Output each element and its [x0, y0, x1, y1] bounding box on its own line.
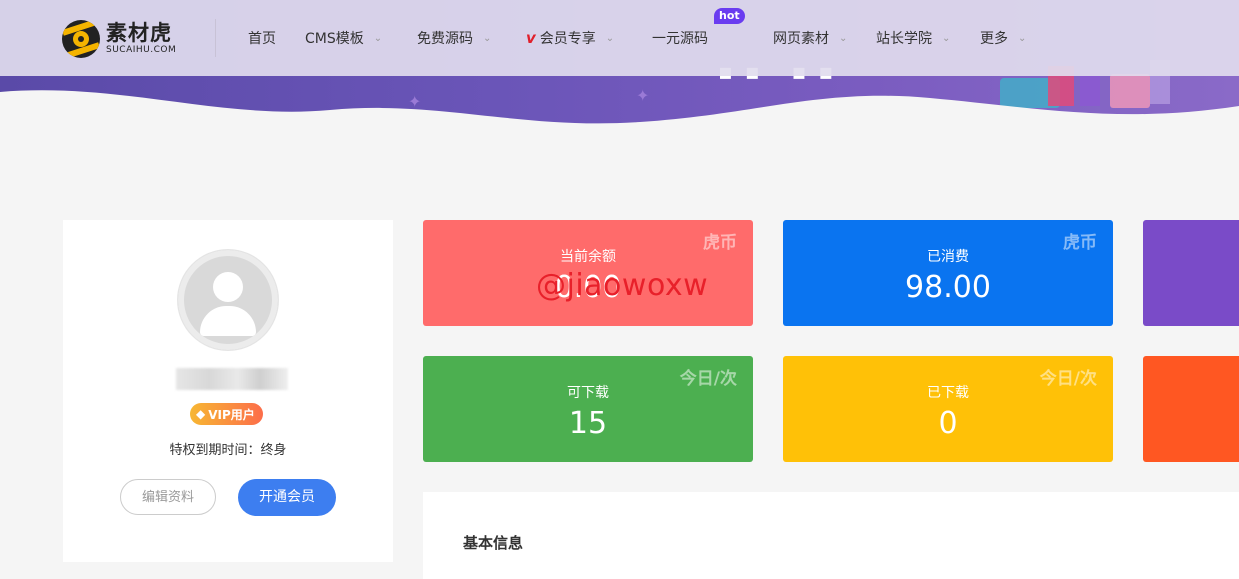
- nav-item-web-assets[interactable]: 网页素材 ⌄: [773, 28, 876, 48]
- logo-name-en: SUCAIHU.COM: [106, 45, 177, 55]
- nav-item-cms-templates[interactable]: CMS模板 ⌄: [305, 28, 417, 48]
- stat-label: 可下载: [567, 385, 609, 401]
- watermark-text: @jiaowoxw: [536, 268, 709, 303]
- open-membership-button[interactable]: 开通会员: [238, 479, 336, 516]
- nav-item-webmaster-academy[interactable]: 站长学院 ⌄: [876, 28, 980, 48]
- top-nav: 素材虎 SUCAIHU.COM 首页 CMS模板 ⌄ 免费源码 ⌄ v 会员专享…: [0, 0, 1239, 76]
- vip-expiry-text: 特权到期时间：终身: [169, 443, 287, 458]
- vip-v-icon: v: [526, 29, 536, 47]
- site-logo[interactable]: 素材虎 SUCAIHU.COM: [62, 20, 176, 58]
- chevron-down-icon: ⌄: [483, 32, 492, 44]
- nav-item-more[interactable]: 更多 ⌄: [980, 28, 1026, 48]
- chevron-down-icon: ⌄: [373, 32, 383, 44]
- vip-badge: ◆ VIP用户: [190, 403, 263, 425]
- username-blurred: [176, 368, 288, 390]
- tiger-logo-icon: [62, 20, 100, 58]
- edit-profile-button[interactable]: 编辑资料: [120, 479, 216, 515]
- stat-card-partial-purple: [1143, 220, 1239, 326]
- profile-card: ◆ VIP用户 特权到期时间：终身 编辑资料 开通会员: [63, 220, 393, 562]
- section-title: 基本信息: [463, 534, 524, 552]
- logo-name-cn: 素材虎: [106, 21, 172, 45]
- nav-item-one-yuan-source[interactable]: 一元源码 hot: [652, 8, 773, 48]
- hot-badge: hot: [714, 8, 745, 24]
- chevron-down-icon: ⌄: [839, 32, 848, 44]
- stat-value: 15: [568, 406, 608, 441]
- nav-item-home[interactable]: 首页: [248, 28, 305, 48]
- chevron-down-icon: ⌄: [1018, 32, 1027, 44]
- basic-info-panel: 基本信息: [423, 492, 1239, 579]
- diamond-icon: ◆: [196, 407, 206, 421]
- chevron-down-icon: ⌄: [942, 32, 951, 44]
- nav-divider: [215, 19, 216, 57]
- stat-label: 已消费: [927, 249, 969, 265]
- banner-wave: [0, 90, 1239, 140]
- chevron-down-icon: ⌄: [605, 32, 615, 44]
- avatar[interactable]: [178, 250, 278, 350]
- stat-value: 0: [938, 406, 958, 441]
- stat-label: 当前余额: [560, 249, 616, 265]
- stat-card-partial-orange: [1143, 356, 1239, 462]
- nav-item-vip-exclusive[interactable]: v 会员专享 ⌄: [526, 28, 652, 48]
- nav-item-free-source[interactable]: 免费源码 ⌄: [417, 28, 526, 48]
- stat-label: 已下载: [927, 385, 969, 401]
- stat-card-can-download: 今日/次 可下载 15: [423, 356, 753, 462]
- stat-card-downloaded: 今日/次 已下载 0: [783, 356, 1113, 462]
- stat-value: 98.00: [905, 270, 991, 305]
- nav-menu: 首页 CMS模板 ⌄ 免费源码 ⌄ v 会员专享 ⌄ 一元源码 hot 网页素材…: [248, 0, 1026, 76]
- stat-card-spent: 虎币 已消费 98.00: [783, 220, 1113, 326]
